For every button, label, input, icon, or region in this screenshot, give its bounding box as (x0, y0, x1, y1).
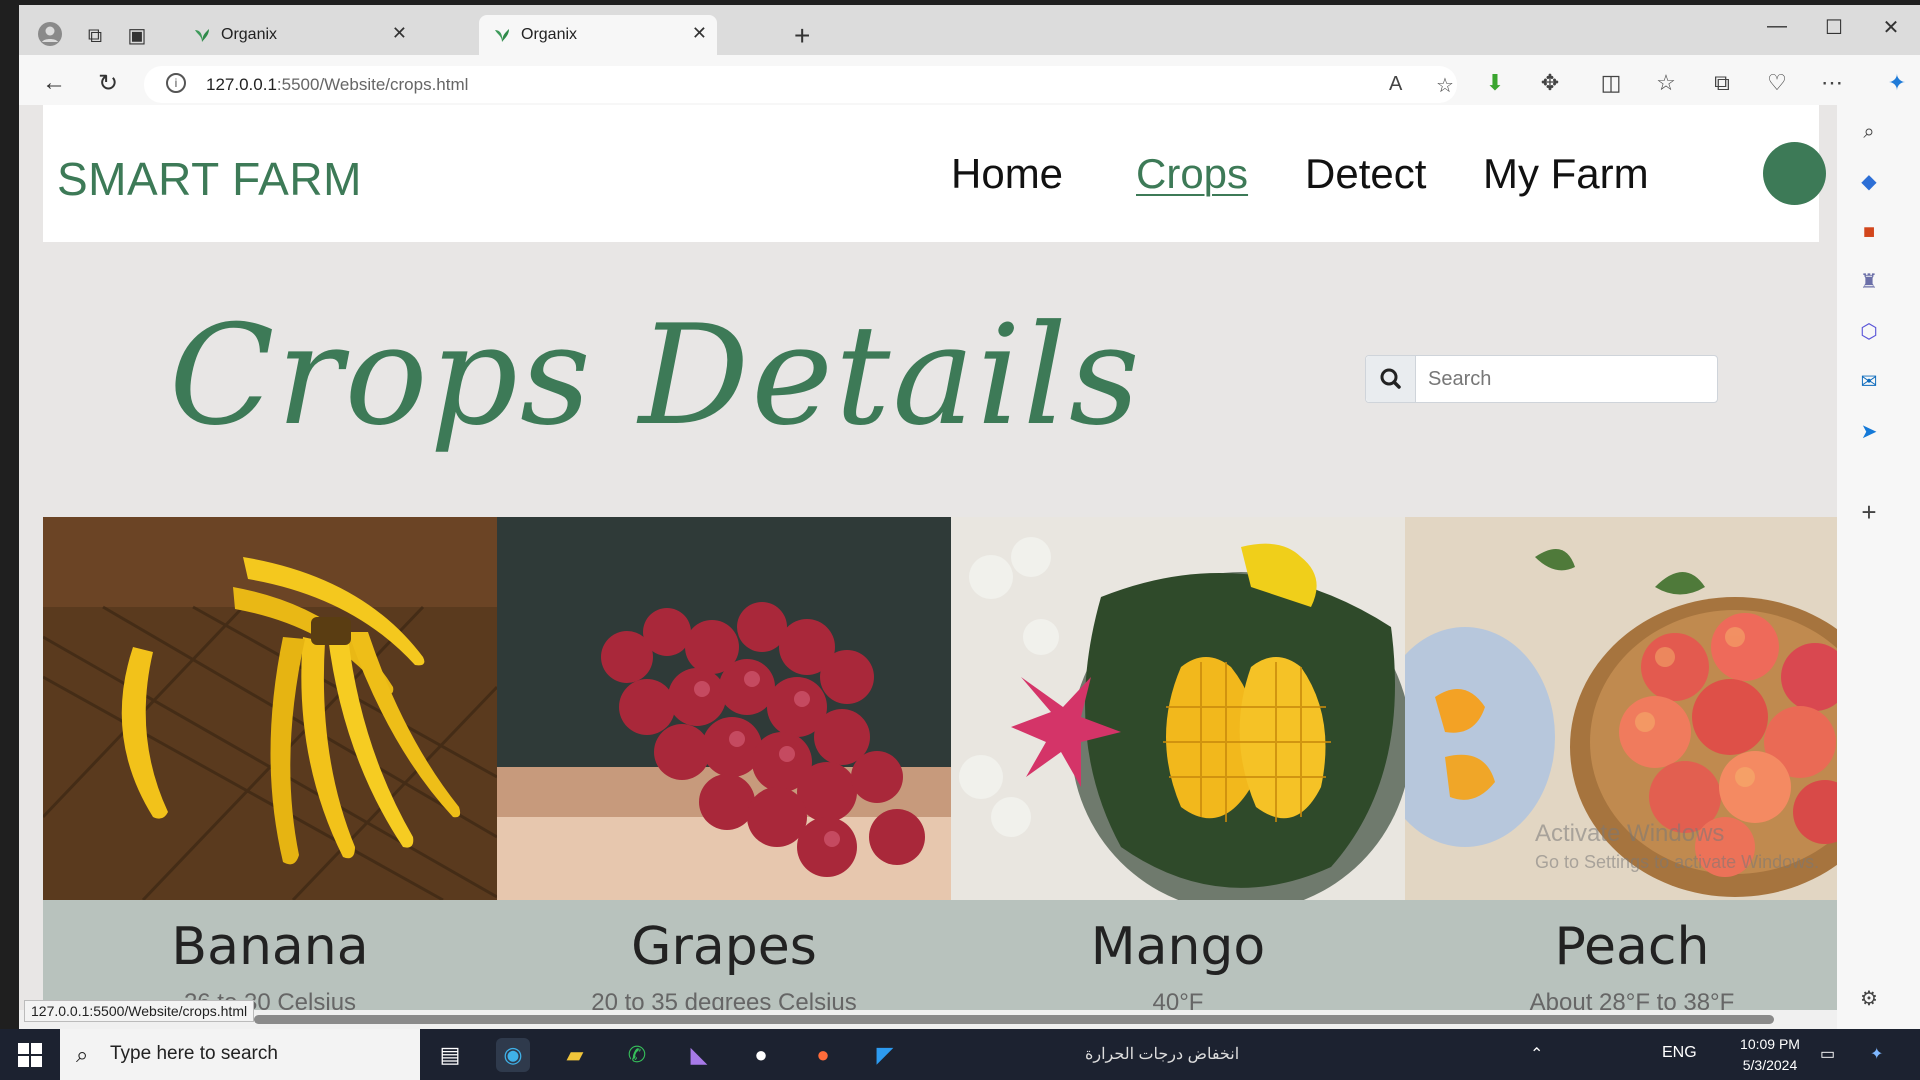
maximize-button[interactable]: ☐ (1814, 15, 1854, 40)
tools-icon[interactable]: ■ (1855, 218, 1883, 246)
taskbar-clock[interactable]: 10:09 PM 5/3/2024 (1730, 1034, 1810, 1076)
nav-my-farm[interactable]: My Farm (1483, 150, 1649, 198)
minimize-button[interactable]: — (1757, 15, 1797, 38)
crop-name: Mango (1090, 917, 1266, 977)
horizontal-scrollbar[interactable] (19, 1010, 1837, 1029)
crop-cards: Banana 26 to 30 Celsius Grapes 20 to 35 … (43, 517, 1837, 1010)
vertical-tabs-icon[interactable]: ▣ (122, 21, 152, 51)
crop-card-grapes[interactable]: Grapes 20 to 35 degrees Celsius (497, 517, 951, 1010)
postman-icon[interactable]: ● (806, 1038, 840, 1072)
collections-icon[interactable]: ⧉ (1707, 70, 1737, 96)
leaf-icon (195, 29, 209, 42)
grapes-image (497, 517, 951, 900)
tab-title: Organix (221, 26, 278, 43)
add-sidebar-app-icon[interactable]: + (1855, 498, 1883, 526)
whatsapp-icon[interactable]: ✆ (620, 1038, 654, 1072)
url-text[interactable]: 127.0.0.1:5500/Website/crops.html (206, 75, 468, 95)
task-view-icon[interactable]: ▤ (433, 1038, 467, 1072)
refresh-button[interactable]: ↻ (93, 69, 123, 98)
crop-temperature: 20 to 35 degrees Celsius (591, 989, 857, 1010)
crop-name: Banana (171, 917, 369, 977)
split-screen-icon[interactable]: ◫ (1596, 70, 1626, 96)
search-input[interactable] (1428, 362, 1703, 396)
avatar[interactable] (1763, 142, 1826, 205)
crop-temperature: About 28°F to 38°F (1529, 989, 1735, 1010)
search-icon[interactable]: ⌕ (1855, 118, 1883, 146)
taskbar-search[interactable]: ⌕ Type here to search (60, 1029, 420, 1080)
scroll-thumb[interactable] (254, 1015, 1774, 1024)
windows-start-icon[interactable] (18, 1043, 42, 1067)
send-icon[interactable]: ➤ (1855, 418, 1883, 446)
new-tab-button[interactable]: + (794, 22, 810, 50)
nav-crops[interactable]: Crops (1136, 150, 1248, 198)
activate-windows-subtitle: Go to Settings to activate Windows. (1535, 852, 1820, 872)
favorites-icon[interactable]: ☆ (1651, 70, 1681, 96)
nav-home[interactable]: Home (951, 150, 1063, 198)
notifications-icon[interactable]: ▭ (1820, 1044, 1835, 1064)
profile-icon[interactable] (35, 21, 65, 51)
close-tab-icon[interactable]: ✕ (392, 23, 407, 44)
visual-studio-icon[interactable]: ◣ (682, 1038, 716, 1072)
crop-temperature: 40°F (1152, 989, 1204, 1010)
download-extension-icon[interactable]: ⬇ (1480, 70, 1510, 96)
crop-search (1365, 355, 1718, 403)
copilot-icon[interactable]: ✦ (1882, 70, 1912, 96)
app-icon[interactable]: ● (744, 1038, 778, 1072)
settings-gear-icon[interactable]: ⚙ (1855, 985, 1883, 1013)
nav-detect[interactable]: Detect (1305, 150, 1426, 198)
browser-essentials-icon[interactable]: ♡ (1762, 70, 1792, 96)
weather-text[interactable]: انخفاض درجات الحرارة (1085, 1044, 1239, 1064)
leaf-icon (495, 29, 509, 42)
site-brand[interactable]: SMART FARM (57, 152, 362, 206)
vscode-icon[interactable]: ◤ (868, 1038, 902, 1072)
crop-name: Peach (1554, 917, 1710, 977)
file-explorer-icon[interactable]: ▰ (558, 1038, 592, 1072)
tab-bar: ⧉ ▣ Organix ✕ Organix ✕ + — ☐ ✕ (19, 5, 1920, 55)
copilot-taskbar-icon[interactable]: ✦ (1870, 1044, 1883, 1064)
m365-icon[interactable]: ⬡ (1855, 318, 1883, 346)
crop-card-banana[interactable]: Banana 26 to 30 Celsius (43, 517, 497, 1010)
tray-chevron-icon[interactable]: ⌃ (1530, 1044, 1543, 1064)
page-title: Crops Details (169, 295, 1142, 456)
tab-title: Organix (521, 26, 578, 43)
outlook-icon[interactable]: ✉ (1855, 368, 1883, 396)
mango-image (951, 517, 1405, 900)
activate-windows-title: Activate Windows (1535, 820, 1725, 847)
search-icon[interactable] (1366, 356, 1416, 402)
workspaces-icon[interactable]: ⧉ (80, 21, 110, 51)
close-window-button[interactable]: ✕ (1871, 15, 1911, 40)
favorite-star-icon[interactable]: ☆ (1436, 73, 1454, 98)
site-navbar: SMART FARM Home Crops Detect My Farm (43, 105, 1826, 242)
tab-organix-2[interactable]: Organix ✕ (479, 15, 717, 55)
edge-app-icon[interactable]: ◉ (496, 1038, 530, 1072)
language-indicator[interactable]: ENG (1662, 1044, 1697, 1062)
more-menu-icon[interactable]: ⋯ (1817, 70, 1847, 96)
address-bar[interactable]: i 127.0.0.1:5500/Website/crops.html A ☆ (144, 66, 1457, 103)
banana-image (43, 517, 497, 900)
back-button[interactable]: ← (39, 69, 69, 97)
page-viewport: SMART FARM Home Crops Detect My Farm Cro… (19, 105, 1837, 1010)
windows-taskbar: ⌕ Type here to search ▤ ◉ ▰ ✆ ◣ ● ● ◤ ان… (0, 1029, 1920, 1080)
search-icon: ⌕ (76, 1042, 89, 1067)
status-url-tooltip: 127.0.0.1:5500/Website/crops.html (24, 1000, 255, 1022)
address-row: ← ↻ i 127.0.0.1:5500/Website/crops.html … (19, 55, 1920, 110)
extensions-icon[interactable]: ✥ (1535, 70, 1565, 96)
edge-sidebar: ⌕ ◆ ■ ♜ ⬡ ✉ ➤ + ⚙ (1837, 105, 1901, 1029)
games-icon[interactable]: ♜ (1855, 268, 1883, 296)
crop-card-mango[interactable]: Mango 40°F (951, 517, 1405, 1010)
read-aloud-icon[interactable]: A (1389, 73, 1402, 96)
crop-card-peach[interactable]: Peach About 28°F to 38°F (1405, 517, 1837, 1010)
close-tab-icon[interactable]: ✕ (692, 23, 707, 44)
shopping-tag-icon[interactable]: ◆ (1855, 168, 1883, 196)
site-info-icon[interactable]: i (166, 73, 186, 93)
crop-name: Grapes (631, 917, 817, 977)
tab-organix-1[interactable]: Organix ✕ (179, 15, 417, 55)
taskbar-search-placeholder: Type here to search (110, 1043, 278, 1064)
